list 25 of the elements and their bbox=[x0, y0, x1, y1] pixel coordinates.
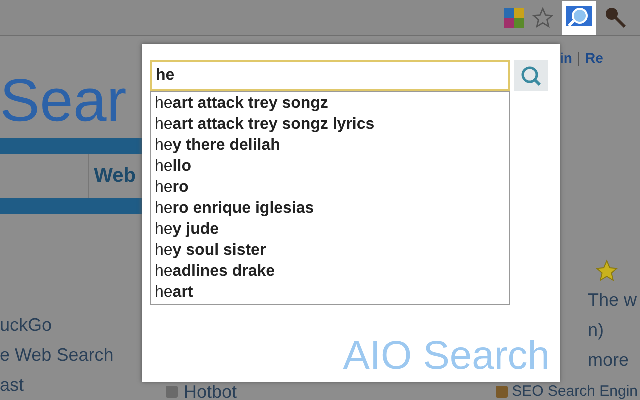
suggestion-item[interactable]: headlines drake bbox=[151, 261, 509, 282]
suggestion-item[interactable]: hero enrique iglesias bbox=[151, 198, 509, 219]
star-icon bbox=[594, 259, 620, 283]
result-text: n) bbox=[588, 319, 606, 341]
color-squares-icon[interactable] bbox=[504, 8, 524, 28]
star-icon[interactable] bbox=[532, 6, 554, 28]
search-field[interactable]: he bbox=[150, 60, 510, 91]
result-text: more bbox=[588, 349, 630, 371]
suggestion-item[interactable]: heart attack trey songz bbox=[151, 93, 509, 114]
search-icon bbox=[520, 64, 542, 86]
suggestion-item[interactable]: hero bbox=[151, 177, 509, 198]
hotbot-icon bbox=[166, 386, 178, 398]
suggestion-item[interactable]: hey jude bbox=[151, 219, 509, 240]
result-text: The w bbox=[588, 289, 638, 311]
suggestion-item[interactable]: hey soul sister bbox=[151, 240, 509, 261]
suggestion-item[interactable]: hey there delilah bbox=[151, 135, 509, 156]
suggestion-item[interactable]: heart bbox=[151, 282, 509, 303]
aio-search-logo: AIO Search bbox=[343, 334, 550, 378]
suggestion-item[interactable]: heart attack trey songz lyrics bbox=[151, 114, 509, 135]
search-button[interactable] bbox=[514, 60, 548, 91]
extension-button[interactable] bbox=[562, 0, 596, 34]
site-logo: Sear bbox=[0, 68, 127, 134]
key-icon[interactable] bbox=[604, 6, 628, 30]
seo-icon bbox=[496, 386, 508, 398]
suggestion-item[interactable]: hello bbox=[151, 156, 509, 177]
